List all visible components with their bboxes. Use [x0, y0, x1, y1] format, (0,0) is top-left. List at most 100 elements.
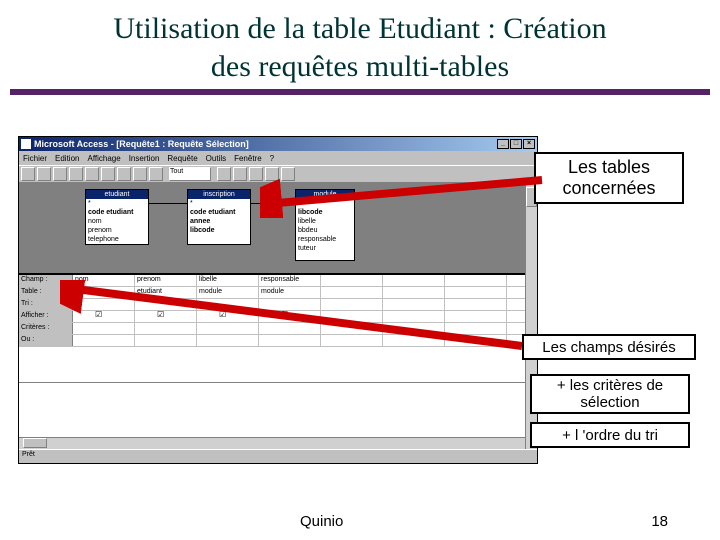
grid-cell[interactable]: [445, 335, 507, 346]
grid-cell[interactable]: [321, 275, 383, 286]
grid-cell[interactable]: [383, 335, 445, 346]
tool-paste-icon[interactable]: [101, 167, 115, 181]
field[interactable]: code etudiant: [188, 208, 250, 217]
tool-help-icon[interactable]: [281, 167, 295, 181]
field[interactable]: telephone: [86, 235, 148, 244]
grid-cell[interactable]: [135, 323, 197, 334]
statusbar: Prêt: [19, 449, 537, 463]
field[interactable]: *: [188, 199, 250, 208]
grid-cell[interactable]: libelle: [197, 275, 259, 286]
callout-tables-concernees: Les tables concernées: [534, 152, 684, 204]
top-values-select[interactable]: Tout: [169, 167, 211, 181]
grid-cell[interactable]: [383, 299, 445, 310]
grid-cell[interactable]: [73, 299, 135, 310]
grid-cell[interactable]: [135, 299, 197, 310]
grid-checkbox[interactable]: [383, 311, 445, 322]
tool-new-icon[interactable]: [265, 167, 279, 181]
field[interactable]: nom: [86, 217, 148, 226]
tool-properties-icon[interactable]: [217, 167, 231, 181]
tool-show-table-icon[interactable]: [133, 167, 147, 181]
row-label-tri: Tri :: [19, 299, 73, 310]
grid-cell[interactable]: module: [259, 287, 321, 298]
field[interactable]: libelle: [296, 217, 354, 226]
menu-edition[interactable]: Edition: [55, 154, 79, 163]
grid-cell[interactable]: nom: [73, 275, 135, 286]
footer-page-number: 18: [651, 513, 668, 530]
tool-db-window-icon[interactable]: [249, 167, 263, 181]
scroll-thumb[interactable]: [23, 438, 47, 448]
grid-checkbox[interactable]: [197, 311, 259, 322]
grid-cell[interactable]: responsable: [259, 275, 321, 286]
grid-cell[interactable]: [321, 335, 383, 346]
menu-insertion[interactable]: Insertion: [129, 154, 160, 163]
table-etudiant[interactable]: etudiant * code etudiant nom prenom tele…: [85, 189, 149, 245]
grid-cell[interactable]: [259, 299, 321, 310]
field[interactable]: code etudiant: [86, 208, 148, 217]
field[interactable]: libcode: [296, 208, 354, 217]
grid-cell[interactable]: [383, 275, 445, 286]
field[interactable]: annee: [188, 217, 250, 226]
field[interactable]: prenom: [86, 226, 148, 235]
tool-view-icon[interactable]: [21, 167, 35, 181]
grid-checkbox[interactable]: [445, 311, 507, 322]
grid-cell[interactable]: [445, 323, 507, 334]
grid-cell[interactable]: [321, 323, 383, 334]
close-button[interactable]: ×: [523, 139, 535, 149]
grid-cell[interactable]: [73, 323, 135, 334]
tool-save-icon[interactable]: [37, 167, 51, 181]
field[interactable]: bbdeu: [296, 226, 354, 235]
field[interactable]: *: [86, 199, 148, 208]
field[interactable]: libcode: [188, 226, 250, 235]
grid-cell[interactable]: [259, 335, 321, 346]
grid-cell[interactable]: [445, 275, 507, 286]
grid-cell[interactable]: [197, 335, 259, 346]
field[interactable]: *: [296, 199, 354, 208]
grid-cell[interactable]: [445, 299, 507, 310]
grid-checkbox[interactable]: [259, 311, 321, 322]
grid-cell[interactable]: [259, 323, 321, 334]
grid-cell[interactable]: etudiant: [135, 287, 197, 298]
grid-cell[interactable]: [321, 287, 383, 298]
grid-cell[interactable]: module: [197, 287, 259, 298]
grid-cell[interactable]: [383, 287, 445, 298]
grid-cell[interactable]: [445, 287, 507, 298]
grid-cell[interactable]: [135, 335, 197, 346]
tool-run-icon[interactable]: [117, 167, 131, 181]
minimize-button[interactable]: _: [497, 139, 509, 149]
tool-copy-icon[interactable]: [85, 167, 99, 181]
grid-cell[interactable]: [197, 323, 259, 334]
title-line-2: des requêtes multi-tables: [211, 50, 509, 83]
maximize-button[interactable]: □: [510, 139, 522, 149]
menu-requete[interactable]: Requête: [167, 154, 197, 163]
grid-cell[interactable]: [73, 335, 135, 346]
tool-build-icon[interactable]: [233, 167, 247, 181]
field[interactable]: tuteur: [296, 244, 354, 253]
query-diagram-pane[interactable]: etudiant * code etudiant nom prenom tele…: [19, 183, 537, 275]
grid-cell[interactable]: [197, 299, 259, 310]
tool-print-icon[interactable]: [53, 167, 67, 181]
title-line-1: Utilisation de la table Etudiant : Créat…: [113, 12, 606, 45]
callout-ordre-tri: + l 'ordre du tri: [530, 422, 690, 448]
menu-fenetre[interactable]: Fenêtre: [234, 154, 262, 163]
tool-cut-icon[interactable]: [69, 167, 83, 181]
grid-cell[interactable]: [383, 323, 445, 334]
grid-checkbox[interactable]: [321, 311, 383, 322]
horizontal-scrollbar[interactable]: [19, 437, 525, 449]
table-module[interactable]: module * libcode libelle bbdeu responsab…: [295, 189, 355, 261]
field[interactable]: responsable: [296, 235, 354, 244]
grid-cell[interactable]: [321, 299, 383, 310]
menu-fichier[interactable]: Fichier: [23, 154, 47, 163]
query-design-grid[interactable]: Champ : nom prenom libelle responsable T…: [19, 275, 537, 383]
grid-cell[interactable]: prenom: [135, 275, 197, 286]
tool-totals-icon[interactable]: [149, 167, 163, 181]
menu-help[interactable]: ?: [270, 154, 274, 163]
row-label-table: Table :: [19, 287, 73, 298]
table-inscription[interactable]: inscription * code etudiant annee libcod…: [187, 189, 251, 245]
grid-checkbox[interactable]: [135, 311, 197, 322]
menu-affichage[interactable]: Affichage: [87, 154, 120, 163]
toolbar: Tout: [19, 165, 537, 183]
callout-champs-desires: Les champs désirés: [522, 334, 696, 360]
menu-outils[interactable]: Outils: [206, 154, 226, 163]
grid-cell[interactable]: etudiant: [73, 287, 135, 298]
grid-checkbox[interactable]: [73, 311, 135, 322]
